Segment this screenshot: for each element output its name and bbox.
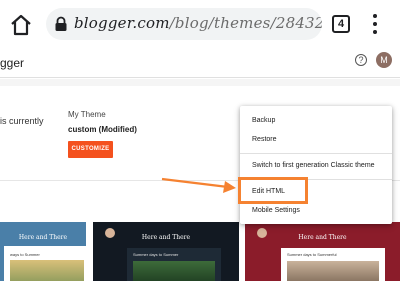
thumbnail-card: Summer days to Summer	[127, 248, 221, 281]
customize-button[interactable]: CUSTOMIZE	[68, 141, 113, 158]
tab-switcher-button[interactable]: 4	[332, 15, 350, 33]
thumbnail-title: Here and There	[298, 234, 347, 241]
url-host: blogger.com	[74, 14, 170, 32]
thumbnail-photo	[287, 261, 379, 281]
menu-item-switch-classic[interactable]: Switch to first generation Classic theme	[252, 162, 375, 169]
current-theme-name: custom (Modified)	[68, 125, 137, 134]
thumbnail-title: Here and There	[141, 234, 191, 241]
menu-divider	[240, 153, 392, 154]
menu-item-restore[interactable]: Restore	[252, 136, 277, 143]
menu-item-mobile-settings[interactable]: Mobile Settings	[252, 207, 300, 214]
menu-item-backup[interactable]: Backup	[252, 117, 275, 124]
thumbnail-photo	[133, 261, 215, 281]
thumbnail-title: Here and There	[18, 234, 68, 241]
help-icon[interactable]: ?	[355, 54, 367, 66]
thumbnail-post-title: Summer days to Summerful	[287, 252, 337, 257]
thumbnail-card: Summer days to Summerful	[281, 248, 385, 281]
blog-status-text: is currently	[0, 116, 44, 126]
annotation-highlight-box	[238, 177, 308, 204]
address-bar[interactable]: blogger.com/blog/themes/28432109398902	[46, 8, 322, 40]
browser-toolbar: blogger.com/blog/themes/28432109398902 4	[0, 0, 400, 48]
app-title: gger	[0, 56, 25, 70]
header-shadow-strip	[0, 79, 400, 86]
thumbnail-post-title: Summer days to Summer	[133, 252, 179, 257]
lock-icon	[54, 16, 68, 32]
annotation-arrow-icon	[161, 177, 236, 193]
app-header: gger ? M	[0, 48, 400, 78]
url-text: blogger.com/blog/themes/28432109398902	[74, 14, 322, 32]
thumbnail-post-title: ways to Summer	[10, 252, 40, 257]
thumbnail-photo	[10, 260, 84, 281]
theme-thumbnail[interactable]: Here and There Summer days to Summer	[93, 222, 239, 281]
my-theme-heading: My Theme	[68, 110, 106, 119]
thumbnail-card: ways to Summer	[4, 246, 86, 281]
home-icon[interactable]	[8, 12, 34, 38]
avatar[interactable]: M	[376, 52, 392, 68]
theme-thumbnail[interactable]: Here and There ways to Summer	[0, 222, 86, 281]
theme-options-menu: Backup Restore Switch to first generatio…	[240, 106, 392, 224]
url-path: /blog/themes/28432109398902	[169, 14, 322, 32]
more-options-icon[interactable]	[368, 13, 382, 35]
theme-thumbnail[interactable]: Here and There Summer days to Summerful	[245, 222, 400, 281]
